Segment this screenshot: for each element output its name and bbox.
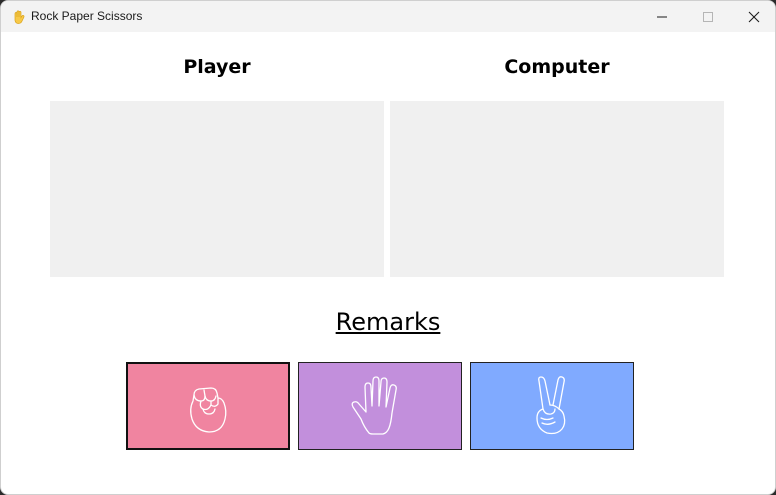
computer-choice-display [390,101,724,277]
hand-app-icon [11,9,27,25]
title-bar[interactable]: Rock Paper Scissors [1,1,775,32]
peace-hand-icon [536,376,566,435]
player-heading: Player [183,56,251,78]
open-hand-icon [351,376,397,435]
minimize-button[interactable] [639,1,685,32]
computer-heading: Computer [504,56,610,78]
window-title: Rock Paper Scissors [31,9,143,23]
paper-button[interactable] [298,362,462,450]
app-window: Rock Paper Scissors Player Computer Rema… [0,0,776,495]
minimize-icon [657,16,667,17]
remarks-label: Remarks [335,308,441,336]
maximize-button[interactable] [685,1,731,32]
close-icon [748,11,760,22]
scissors-button[interactable] [470,362,634,450]
fist-icon [190,387,227,433]
rock-button[interactable] [126,362,290,450]
maximize-icon [703,11,713,22]
close-button[interactable] [731,1,775,32]
player-choice-display [50,101,384,277]
